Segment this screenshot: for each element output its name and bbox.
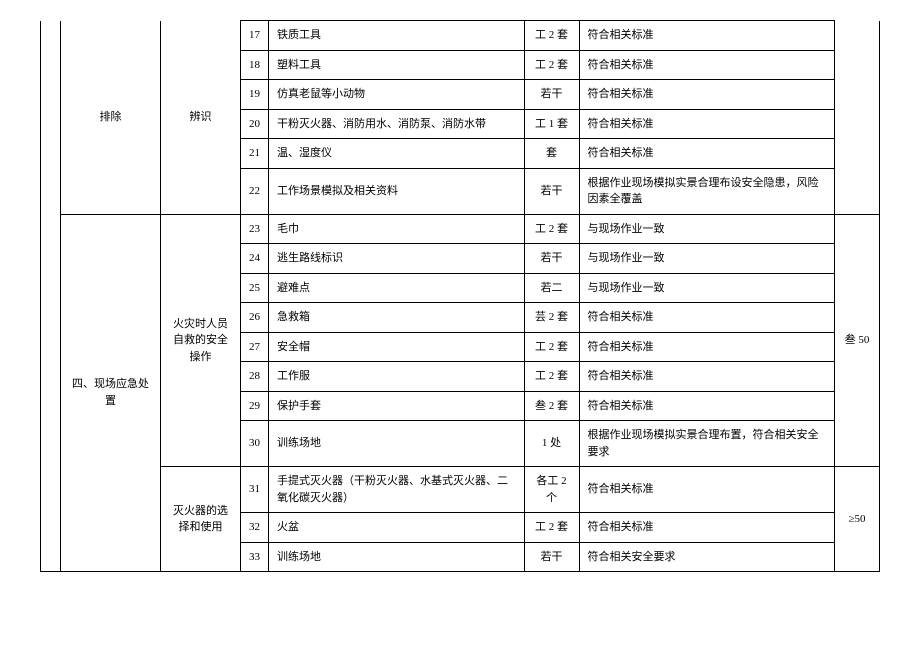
score-cell: ≥50 xyxy=(835,467,880,572)
item-name: 急救箱 xyxy=(269,303,525,333)
item-name: 干粉灭火器、消防用水、消防泵、消防水带 xyxy=(269,109,525,139)
item-req: 根据作业现场模拟实景合理布设安全隐患，风险因素全覆盖 xyxy=(579,168,835,214)
table-row: 灭火器的选择和使用 31 手提式灭火器（干粉灭火器、水基式灭火器、二氧化碳灭火器… xyxy=(41,467,880,513)
item-req: 符合相关标准 xyxy=(579,50,835,80)
score-cell xyxy=(835,21,880,215)
item-qty: 工 1 套 xyxy=(524,109,579,139)
item-name: 手提式灭火器（干粉灭火器、水基式灭火器、二氧化碳灭火器） xyxy=(269,467,525,513)
item-req: 与现场作业一致 xyxy=(579,273,835,303)
item-req: 符合相关标准 xyxy=(579,303,835,333)
row-num: 22 xyxy=(241,168,269,214)
row-num: 20 xyxy=(241,109,269,139)
table-row: 排除 辨识 17 铁质工具 工 2 套 符合相关标准 xyxy=(41,21,880,51)
item-req: 符合相关标准 xyxy=(579,139,835,169)
subcategory-cell: 灭火器的选择和使用 xyxy=(161,467,241,572)
item-qty: 若干 xyxy=(524,244,579,274)
item-req: 符合相关标准 xyxy=(579,332,835,362)
row-num: 24 xyxy=(241,244,269,274)
row-num: 28 xyxy=(241,362,269,392)
row-num: 32 xyxy=(241,513,269,543)
item-name: 火盆 xyxy=(269,513,525,543)
item-qty: 工 2 套 xyxy=(524,362,579,392)
item-qty: 1 处 xyxy=(524,421,579,467)
item-name: 保护手套 xyxy=(269,391,525,421)
item-qty: 各工 2 个 xyxy=(524,467,579,513)
row-num: 25 xyxy=(241,273,269,303)
item-name: 训练场地 xyxy=(269,542,525,572)
item-req: 符合相关标准 xyxy=(579,109,835,139)
item-req: 符合相关标准 xyxy=(579,80,835,110)
item-name: 训练场地 xyxy=(269,421,525,467)
item-qty: 若干 xyxy=(524,542,579,572)
item-qty: 工 2 套 xyxy=(524,332,579,362)
item-qty: 工 2 套 xyxy=(524,214,579,244)
item-req: 符合相关标准 xyxy=(579,21,835,51)
item-qty: 工 2 套 xyxy=(524,21,579,51)
item-name: 避难点 xyxy=(269,273,525,303)
item-qty: 若干 xyxy=(524,80,579,110)
item-req: 符合相关标准 xyxy=(579,362,835,392)
row-num: 26 xyxy=(241,303,269,333)
row-num: 17 xyxy=(241,21,269,51)
item-req: 符合相关标准 xyxy=(579,391,835,421)
item-name: 温、湿度仪 xyxy=(269,139,525,169)
category-cell: 排除 xyxy=(61,21,161,215)
item-name: 工作服 xyxy=(269,362,525,392)
item-qty: 套 xyxy=(524,139,579,169)
subcategory-cell: 辨识 xyxy=(161,21,241,215)
blank-col xyxy=(41,21,61,215)
item-req: 符合相关安全要求 xyxy=(579,542,835,572)
row-num: 18 xyxy=(241,50,269,80)
item-qty: 叁 2 套 xyxy=(524,391,579,421)
blank-col xyxy=(41,214,61,572)
row-num: 21 xyxy=(241,139,269,169)
row-num: 33 xyxy=(241,542,269,572)
item-name: 塑料工具 xyxy=(269,50,525,80)
row-num: 30 xyxy=(241,421,269,467)
item-qty: 工 2 套 xyxy=(524,50,579,80)
row-num: 23 xyxy=(241,214,269,244)
row-num: 29 xyxy=(241,391,269,421)
item-qty: 芸 2 套 xyxy=(524,303,579,333)
item-name: 逃生路线标识 xyxy=(269,244,525,274)
item-req: 根据作业现场模拟实景合理布置，符合相关安全要求 xyxy=(579,421,835,467)
row-num: 19 xyxy=(241,80,269,110)
table-row: 四、现场应急处置 火灾时人员自救的安全操作 23 毛巾 工 2 套 与现场作业一… xyxy=(41,214,880,244)
item-qty: 若干 xyxy=(524,168,579,214)
item-req: 与现场作业一致 xyxy=(579,244,835,274)
item-qty: 若二 xyxy=(524,273,579,303)
category-cell: 四、现场应急处置 xyxy=(61,214,161,572)
item-name: 毛巾 xyxy=(269,214,525,244)
row-num: 27 xyxy=(241,332,269,362)
subcategory-cell: 火灾时人员自救的安全操作 xyxy=(161,214,241,467)
item-name: 工作场景模拟及相关资料 xyxy=(269,168,525,214)
score-cell: 叁 50 xyxy=(835,214,880,467)
item-req: 与现场作业一致 xyxy=(579,214,835,244)
item-req: 符合相关标准 xyxy=(579,467,835,513)
item-req: 符合相关标准 xyxy=(579,513,835,543)
spec-table: 排除 辨识 17 铁质工具 工 2 套 符合相关标准 18 塑料工具 工 2 套… xyxy=(40,20,880,572)
item-qty: 工 2 套 xyxy=(524,513,579,543)
item-name: 铁质工具 xyxy=(269,21,525,51)
item-name: 安全帽 xyxy=(269,332,525,362)
item-name: 仿真老鼠等小动物 xyxy=(269,80,525,110)
row-num: 31 xyxy=(241,467,269,513)
